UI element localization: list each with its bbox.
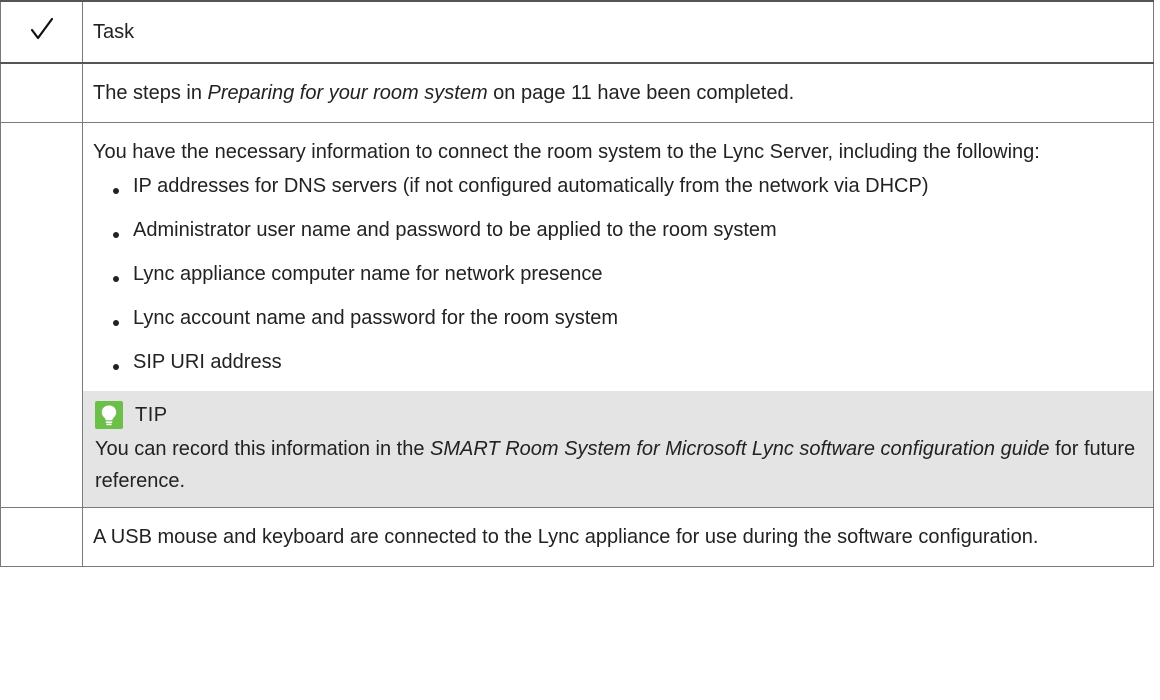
task-text: A USB mouse and keyboard are connected t… — [93, 526, 1039, 548]
task-cell: You have the necessary information to co… — [82, 122, 1154, 508]
table-row: You have the necessary information to co… — [0, 122, 1154, 508]
task-intro: You have the necessary information to co… — [93, 141, 1040, 163]
list-item: IP addresses for DNS servers (if not con… — [113, 171, 1143, 201]
tip-box: TIP You can record this information in t… — [83, 391, 1153, 507]
bullet-icon — [113, 364, 119, 370]
task-cell: The steps in Preparing for your room sys… — [82, 62, 1154, 123]
task-text: on page 11 have been completed. — [487, 82, 795, 104]
list-item-text: Lync account name and password for the r… — [133, 307, 619, 329]
checkmark-icon — [30, 17, 53, 40]
list-item: Lync account name and password for the r… — [113, 303, 1143, 333]
tip-text: You can record this information in the S… — [95, 433, 1141, 497]
cross-reference-link[interactable]: Preparing for your room system — [208, 82, 488, 104]
task-cell: A USB mouse and keyboard are connected t… — [82, 507, 1154, 567]
checkbox-cell[interactable] — [0, 62, 83, 123]
list-item-text: IP addresses for DNS servers (if not con… — [133, 175, 929, 197]
lightbulb-icon — [95, 401, 123, 429]
checklist-table: Task The steps in Preparing for your roo… — [0, 0, 1154, 567]
tip-title: TIP — [135, 404, 168, 426]
tip-header: TIP — [95, 397, 1141, 433]
checkbox-cell[interactable] — [0, 507, 83, 567]
task-column-header: Task — [82, 0, 1154, 64]
bullet-icon — [113, 232, 119, 238]
requirements-list: IP addresses for DNS servers (if not con… — [93, 171, 1143, 377]
tip-text-part: You can record this information in the — [95, 438, 431, 460]
table-row: The steps in Preparing for your room sys… — [0, 62, 1154, 123]
checkbox-cell[interactable] — [0, 122, 83, 508]
list-item-text: Administrator user name and password to … — [133, 219, 777, 241]
list-item-text: SIP URI address — [133, 351, 282, 373]
list-item: Administrator user name and password to … — [113, 215, 1143, 245]
task-text: The steps in — [93, 82, 208, 104]
list-item: Lync appliance computer name for network… — [113, 259, 1143, 289]
bullet-icon — [113, 276, 119, 282]
guide-title: SMART Room System for Microsoft Lync sof… — [430, 438, 1050, 460]
list-item-text: Lync appliance computer name for network… — [133, 263, 603, 285]
table-row: A USB mouse and keyboard are connected t… — [0, 507, 1154, 567]
list-item: SIP URI address — [113, 347, 1143, 377]
check-column-header — [0, 0, 83, 64]
header-row: Task — [0, 0, 1154, 64]
bullet-icon — [113, 320, 119, 326]
bullet-icon — [113, 188, 119, 194]
